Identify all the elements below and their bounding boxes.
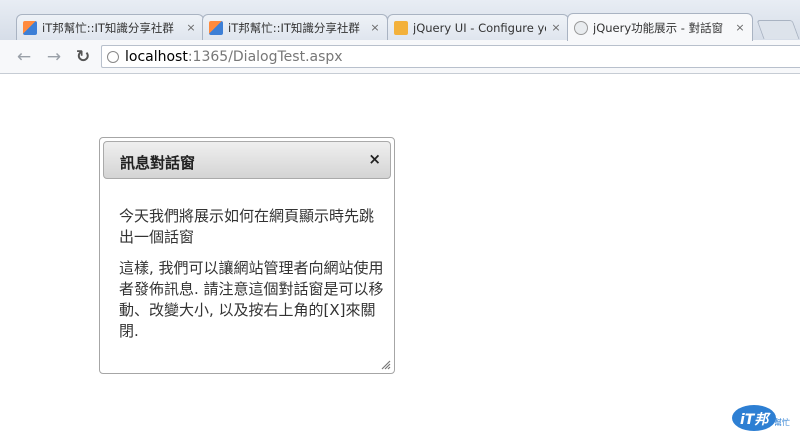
- browser-tab-2[interactable]: iT邦幫忙::IT知識分享社群 ×: [202, 14, 388, 40]
- tab-close-icon[interactable]: ×: [550, 21, 562, 34]
- url-host: localhost: [125, 48, 188, 65]
- dialog-paragraph: 這樣, 我們可以讓網站管理者向網站使用者發佈訊息. 請注意這個對話窗是可以移動、…: [119, 259, 384, 340]
- dialog-content: 今天我們將展示如何在網頁顯示時先跳出一個話窗 這樣, 我們可以讓網站管理者向網站…: [119, 206, 387, 352]
- new-tab-button[interactable]: [756, 20, 800, 39]
- resize-grip-icon[interactable]: [381, 360, 391, 370]
- browser-tab-1[interactable]: iT邦幫忙::IT知識分享社群 ×: [16, 14, 204, 40]
- tab-title: iT邦幫忙::IT知識分享社群: [228, 20, 360, 35]
- reload-icon[interactable]: ↻: [73, 47, 93, 67]
- browser-toolbar: ← → ↻ localhost:1365/DialogTest.aspx: [0, 40, 800, 74]
- close-icon[interactable]: ×: [368, 151, 381, 167]
- dialog-titlebar[interactable]: 訊息對話窗 ×: [103, 141, 391, 179]
- jquery-ui-icon: [394, 20, 408, 35]
- tab-title: jQuery功能展示 - 對話窗: [593, 20, 724, 35]
- tab-close-icon[interactable]: ×: [734, 21, 746, 34]
- svg-text:幫忙: 幫忙: [774, 417, 790, 427]
- browser-tab-active[interactable]: jQuery功能展示 - 對話窗 ×: [567, 13, 753, 41]
- dialog-paragraph: 今天我們將展示如何在網頁顯示時先跳出一個話窗: [119, 207, 375, 246]
- tab-close-icon[interactable]: ×: [185, 21, 197, 34]
- ithome-icon: [209, 20, 223, 35]
- tab-title: iT邦幫忙::IT知識分享社群: [42, 20, 174, 35]
- back-arrow-icon[interactable]: ←: [14, 47, 34, 67]
- address-bar[interactable]: localhost:1365/DialogTest.aspx: [101, 45, 800, 68]
- tab-strip: iT邦幫忙::IT知識分享社群 × iT邦幫忙::IT知識分享社群 × jQue…: [0, 0, 800, 41]
- url-path: :1365/DialogTest.aspx: [187, 48, 343, 65]
- svg-text:iT邦: iT邦: [740, 411, 771, 428]
- globe-icon: [574, 20, 588, 35]
- browser-tab-3[interactable]: jQuery UI - Configure you ×: [387, 14, 569, 40]
- tab-close-icon[interactable]: ×: [369, 21, 381, 34]
- ithome-icon: [23, 20, 37, 35]
- ithome-watermark-logo: iT邦 幫忙: [732, 405, 790, 431]
- dialog-title: 訊息對話窗: [120, 154, 196, 172]
- message-dialog[interactable]: 訊息對話窗 × 今天我們將展示如何在網頁顯示時先跳出一個話窗 這樣, 我們可以讓…: [99, 137, 395, 374]
- page-icon: [107, 50, 119, 63]
- tab-title: jQuery UI - Configure you: [413, 20, 546, 35]
- forward-arrow-icon[interactable]: →: [44, 47, 64, 67]
